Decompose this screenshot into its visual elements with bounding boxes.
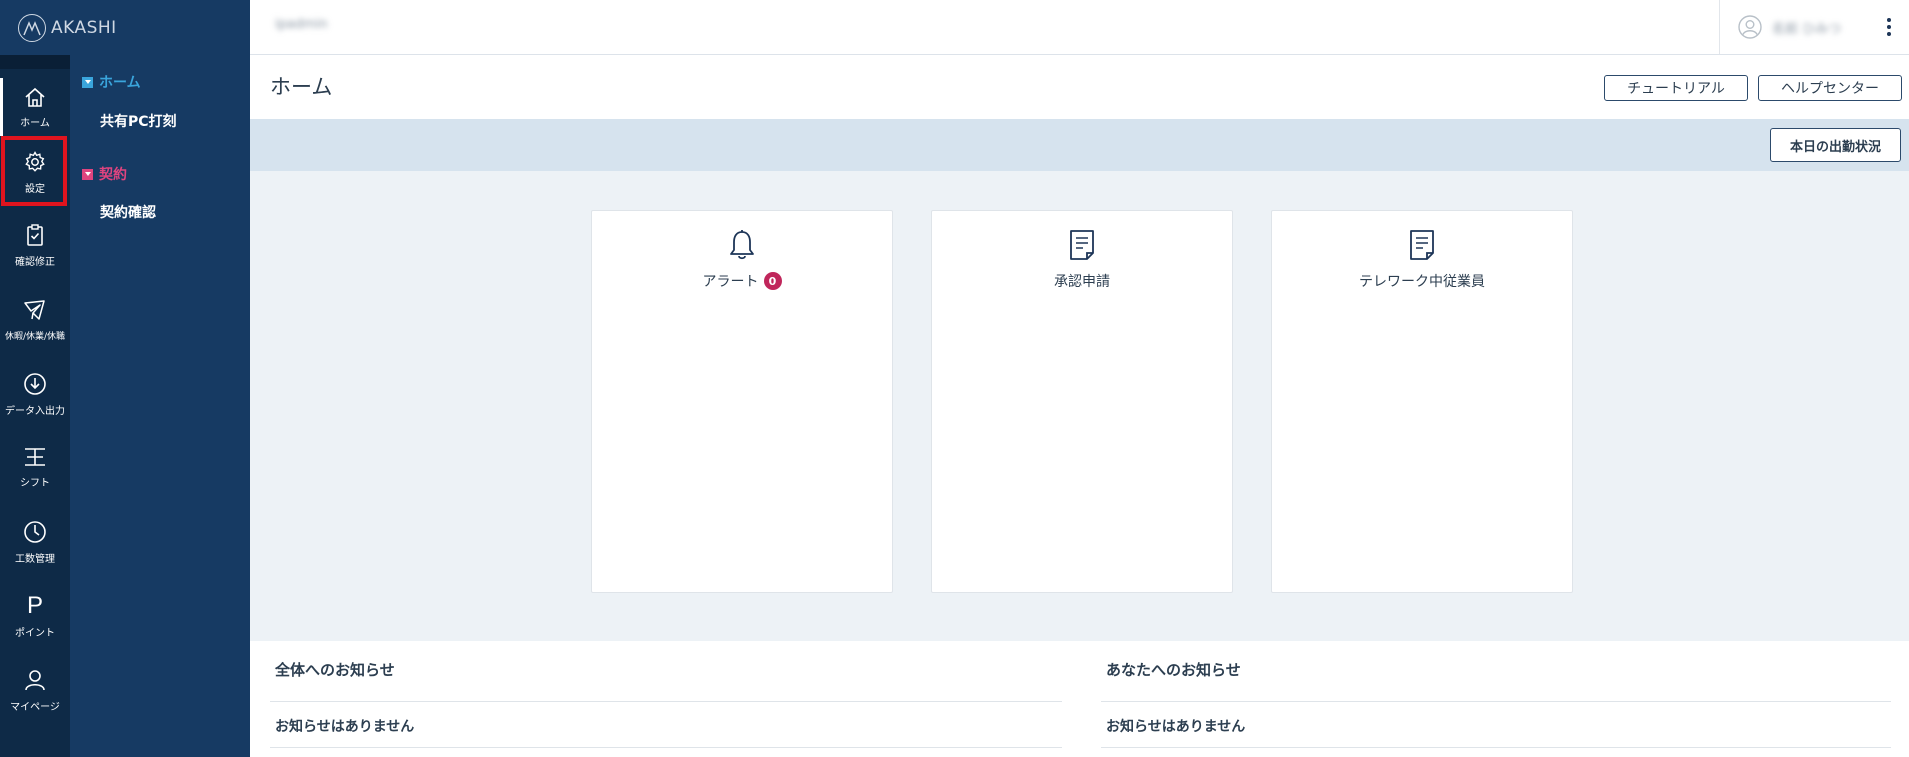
help-center-button[interactable]: ヘルプセンター: [1758, 75, 1902, 101]
document-icon: [1410, 230, 1434, 260]
rail-label-shift: シフト: [20, 477, 50, 489]
app-logo[interactable]: AKASHI: [0, 0, 250, 55]
tutorial-button[interactable]: チュートリアル: [1604, 75, 1748, 101]
rail-label-data-io: データ入出力: [5, 405, 65, 417]
divider: [270, 701, 1062, 702]
rail-label-leave: 休暇/休業/休職: [4, 331, 66, 342]
page-header: ホーム チュートリアル ヘルプセンター: [250, 55, 1909, 119]
status-band: 本日の出勤状況: [250, 119, 1909, 171]
approval-card[interactable]: 承認申請: [931, 210, 1233, 593]
rail-label-review: 確認修正: [15, 256, 55, 268]
caret-down-icon: [82, 76, 93, 88]
divider: [1719, 0, 1720, 54]
divider: [270, 747, 1062, 748]
rail-label-mypage: マイページ: [10, 701, 60, 713]
alert-card[interactable]: アラート 0: [591, 210, 893, 593]
rail-item-points[interactable]: P ポイント: [0, 581, 70, 651]
download-icon: [24, 372, 46, 395]
telework-card-title: テレワーク中従業員: [1359, 274, 1485, 290]
sidebar-item-contract-check[interactable]: 契約確認: [100, 202, 156, 222]
divider: [1101, 701, 1891, 702]
rail-spacer: [0, 55, 70, 69]
sidebar-item-shared-pc[interactable]: 共有PC打刻: [100, 111, 177, 131]
rail-item-leave[interactable]: 休暇/休業/休職: [0, 285, 70, 355]
rail-item-home[interactable]: ホーム: [0, 72, 70, 142]
dashboard-content: アラート 0 承認申請 テレワーク中従業員: [250, 171, 1909, 641]
page-title: ホーム: [270, 75, 333, 99]
rail-label-points: ポイント: [15, 627, 55, 639]
divider: [1101, 747, 1891, 748]
alert-card-title: アラート: [702, 274, 759, 290]
clipboard-check-icon: [27, 223, 43, 246]
rail-item-shift[interactable]: シフト: [0, 432, 70, 502]
section-home[interactable]: ホーム: [82, 72, 141, 92]
bell-icon: [730, 230, 754, 260]
clock-icon: [24, 520, 46, 543]
notice-you-empty: お知らせはありません: [1106, 719, 1246, 735]
notice-all-title: 全体へのお知らせ: [275, 661, 395, 679]
section-home-label: ホーム: [99, 75, 141, 91]
notice-all: 全体へのお知らせ お知らせはありません: [270, 641, 1062, 757]
rail-label-workload: 工数管理: [15, 553, 55, 565]
caret-down-icon: [82, 168, 93, 180]
point-icon: P: [26, 591, 43, 619]
home-icon: [25, 87, 45, 107]
top-bar: ipadmin 名前 ひみつ: [250, 0, 1909, 55]
telework-card[interactable]: テレワーク中従業員: [1271, 210, 1573, 593]
avatar-icon: [1738, 15, 1762, 39]
company-name: ipadmin: [275, 17, 328, 32]
kebab-menu-icon[interactable]: [1886, 18, 1892, 36]
today-attendance-button[interactable]: 本日の出勤状況: [1770, 128, 1901, 162]
sub-sidebar: ホーム 共有PC打刻 契約 契約確認: [70, 55, 250, 757]
rail-item-mypage[interactable]: マイページ: [0, 655, 70, 725]
user-menu[interactable]: 名前 ひみつ: [1738, 15, 1841, 39]
user-name: 名前 ひみつ: [1772, 21, 1842, 37]
app-name: AKASHI: [51, 17, 117, 38]
notice-you-title: あなたへのお知らせ: [1106, 661, 1241, 679]
plane-icon: [24, 299, 45, 320]
section-contract-label: 契約: [99, 167, 127, 183]
rail-item-data-io[interactable]: データ入出力: [0, 359, 70, 429]
shift-icon: [25, 447, 45, 466]
akashi-logo-icon: [18, 13, 46, 42]
notice-you: あなたへのお知らせ お知らせはありません: [1101, 641, 1891, 757]
document-icon: [1070, 230, 1094, 260]
notice-all-empty: お知らせはありません: [275, 719, 415, 735]
section-contract[interactable]: 契約: [82, 164, 127, 184]
approval-card-title: 承認申請: [1054, 274, 1110, 290]
rail-item-workload[interactable]: 工数管理: [0, 507, 70, 577]
alert-count-badge: 0: [763, 272, 782, 290]
rail-label-home: ホーム: [20, 117, 50, 129]
user-icon: [25, 669, 45, 690]
rail-item-review[interactable]: 確認修正: [0, 210, 70, 280]
selection-highlight: [1, 136, 67, 206]
